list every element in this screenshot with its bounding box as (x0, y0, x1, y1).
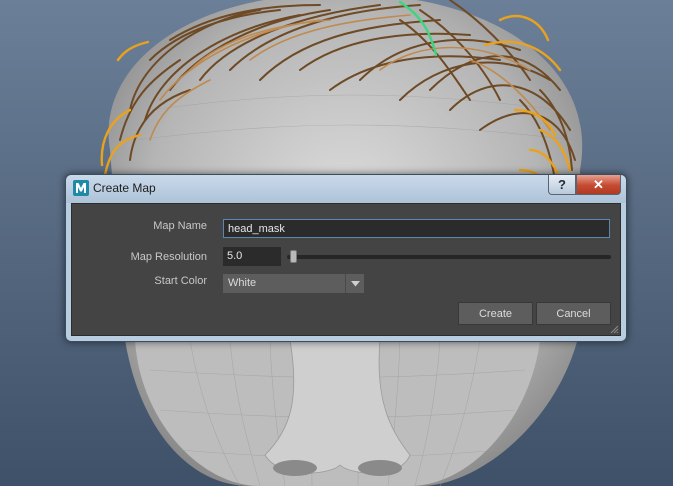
cancel-button[interactable]: Cancel (536, 302, 611, 325)
maya-m-icon (73, 180, 89, 196)
start-color-dropdown[interactable]: White (223, 274, 364, 293)
resize-grip-icon[interactable] (609, 324, 619, 334)
dialog-content: Map Name Map Resolution Start Color Whit… (71, 203, 621, 336)
map-resolution-input[interactable] (223, 247, 281, 266)
dialog-titlebar[interactable]: Create Map ? ✕ (66, 175, 626, 203)
help-button[interactable]: ? (548, 175, 576, 195)
map-name-label: Map Name (153, 220, 207, 232)
start-color-label: Start Color (154, 275, 207, 287)
create-button[interactable]: Create (458, 302, 533, 325)
dialog-title: Create Map (93, 181, 156, 195)
close-icon: ✕ (593, 176, 604, 192)
start-color-value: White (228, 277, 257, 289)
chevron-down-icon (345, 274, 364, 293)
resolution-slider-track[interactable] (287, 255, 611, 259)
map-resolution-label: Map Resolution (130, 251, 207, 263)
resolution-slider-handle[interactable] (290, 250, 298, 263)
map-name-input[interactable] (223, 219, 610, 238)
close-button[interactable]: ✕ (576, 175, 621, 195)
help-icon: ? (558, 177, 566, 192)
create-map-dialog: Create Map ? ✕ Map Name Map Resolution S… (65, 174, 627, 342)
